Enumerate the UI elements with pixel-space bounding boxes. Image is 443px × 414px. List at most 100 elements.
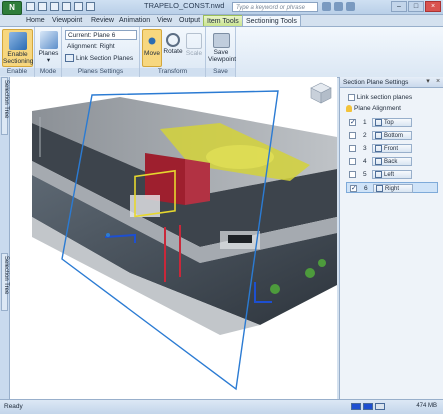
status-text: Ready [4, 403, 23, 410]
plane-5-number: 5 [363, 171, 367, 178]
star-icon[interactable] [346, 2, 355, 11]
ribbon: Enable Sectioning Enable Planes ▾ Mode Cu… [0, 26, 443, 78]
gizmo-handle[interactable] [106, 233, 110, 237]
minimize-button[interactable]: – [391, 1, 407, 12]
panel-pin-icon[interactable]: ▾ [424, 78, 432, 86]
plane-row-3[interactable]: 3 Front [346, 143, 438, 154]
yellow-duct-highlight [206, 145, 274, 169]
redo-icon[interactable] [74, 2, 83, 11]
plane-6-alignment-button[interactable]: Right [373, 184, 413, 193]
planes-button[interactable]: Planes ▾ [37, 29, 60, 64]
title-icons [322, 2, 355, 11]
plane-row-1[interactable]: 1 Top [346, 117, 438, 128]
plane-4-number: 4 [363, 158, 367, 165]
tab-view[interactable]: View [157, 15, 172, 26]
panel-title: Section Plane Settings ▾ × [340, 77, 443, 88]
red-wall-side [185, 159, 210, 205]
plane-3-checkbox[interactable] [349, 145, 356, 152]
tab-animation[interactable]: Animation [119, 15, 150, 26]
select-icon[interactable] [86, 2, 95, 11]
sectioning-icon [8, 32, 27, 50]
help-icon[interactable] [334, 2, 343, 11]
search-icon[interactable] [322, 2, 331, 11]
rotate-label: Rotate [163, 48, 183, 55]
link-section-planes-checkbox[interactable]: Link section planes [348, 94, 412, 101]
current-plane-dropdown[interactable]: Current: Plane 6 [65, 30, 137, 40]
alignment-dropdown[interactable]: Alignment: Right [67, 42, 115, 51]
plane-6-label: Right [385, 186, 400, 193]
plane-5-checkbox[interactable] [349, 171, 356, 178]
plane-3-number: 3 [363, 145, 367, 152]
plane-4-label: Back [384, 159, 398, 166]
application-menu-button[interactable]: N [2, 1, 22, 15]
scale-icon [186, 33, 202, 49]
plane-row-5[interactable]: 5 Left [346, 169, 438, 180]
selection-tree-tab-bottom[interactable]: Selection Tree [1, 253, 9, 311]
save-group: Save Viewpoint Save [206, 27, 236, 77]
plane-right-icon [376, 185, 383, 192]
move-button[interactable]: Move [142, 29, 162, 67]
plane-1-label: Top [384, 120, 394, 127]
tab-home[interactable]: Home [26, 15, 45, 26]
plane-6-number: 6 [364, 185, 368, 192]
tab-output[interactable]: Output [179, 15, 200, 26]
enable-sectioning-button[interactable]: Enable Sectioning [2, 29, 33, 67]
tab-item-tools[interactable]: Item Tools [203, 15, 243, 26]
tab-sectioning-tools[interactable]: Sectioning Tools [242, 15, 301, 26]
plane-2-checkbox[interactable] [349, 132, 356, 139]
link-checkbox[interactable] [348, 94, 355, 101]
plane-row-2[interactable]: 2 Bottom [346, 130, 438, 141]
document-title: TRAPELO_CONST.nwd [144, 1, 225, 10]
plane-5-alignment-button[interactable]: Left [372, 170, 412, 179]
transform-group: Move Rotate Scale Transform [140, 27, 206, 77]
plane-6-checkbox[interactable] [350, 183, 357, 194]
green-fixture [305, 268, 315, 278]
search-input[interactable]: Type a keyword or phrase [232, 2, 318, 12]
quick-access-toolbar [26, 2, 95, 11]
maximize-button[interactable]: □ [408, 1, 424, 12]
move-label: Move [144, 50, 160, 57]
move-icon [145, 33, 159, 49]
plane-4-alignment-button[interactable]: Back [372, 157, 412, 166]
plane-alignment-text: Plane Alignment [354, 105, 401, 113]
open-file-icon[interactable] [38, 2, 47, 11]
new-file-icon[interactable] [26, 2, 35, 11]
undo-icon[interactable] [62, 2, 71, 11]
panel-close-icon[interactable]: × [434, 78, 442, 86]
camera-icon [212, 33, 230, 48]
plane-4-checkbox[interactable] [349, 158, 356, 165]
plane-row-6[interactable]: 6 Right [346, 182, 438, 194]
left-dock-strip: Selection Tree Selection Tree [0, 77, 10, 399]
plane-1-checkbox[interactable] [349, 117, 356, 128]
tab-review[interactable]: Review [91, 15, 114, 26]
plane-2-number: 2 [363, 132, 367, 139]
transform-group-label: Transform [140, 68, 205, 76]
status-bar: Ready 474 MB [0, 399, 443, 414]
save-viewpoint-button[interactable]: Save Viewpoint [208, 29, 236, 63]
plane-2-alignment-button[interactable]: Bottom [372, 131, 412, 140]
plane-front-icon [375, 145, 382, 152]
mode-group-label: Mode [35, 68, 61, 76]
lightbulb-icon [346, 105, 352, 112]
scale-button[interactable]: Scale [184, 29, 204, 57]
selection-tree-tab-top[interactable]: Selection Tree [1, 77, 9, 135]
enable-group: Enable Sectioning Enable [0, 27, 35, 77]
green-fixture [318, 259, 326, 267]
viewcube-icon[interactable] [308, 80, 334, 106]
plane-5-label: Left [384, 172, 395, 179]
planes-label: Planes [38, 50, 59, 57]
performance-indicator-icon [351, 403, 361, 410]
planes-settings-group-label: Planes Settings [62, 68, 139, 76]
link-section-planes-button[interactable]: Link Section Planes [65, 54, 133, 63]
plane-3-alignment-button[interactable]: Front [372, 144, 412, 153]
plane-left-icon [375, 171, 382, 178]
tab-viewpoint[interactable]: Viewpoint [52, 15, 82, 26]
planes-icon [39, 31, 58, 49]
scene-viewport[interactable] [10, 77, 337, 399]
rotate-button[interactable]: Rotate [163, 29, 183, 55]
close-button[interactable]: × [425, 1, 441, 12]
plane-row-4[interactable]: 4 Back [346, 156, 438, 167]
plane-1-alignment-button[interactable]: Top [372, 118, 412, 127]
save-icon[interactable] [50, 2, 59, 11]
plane-3-label: Front [384, 146, 399, 153]
